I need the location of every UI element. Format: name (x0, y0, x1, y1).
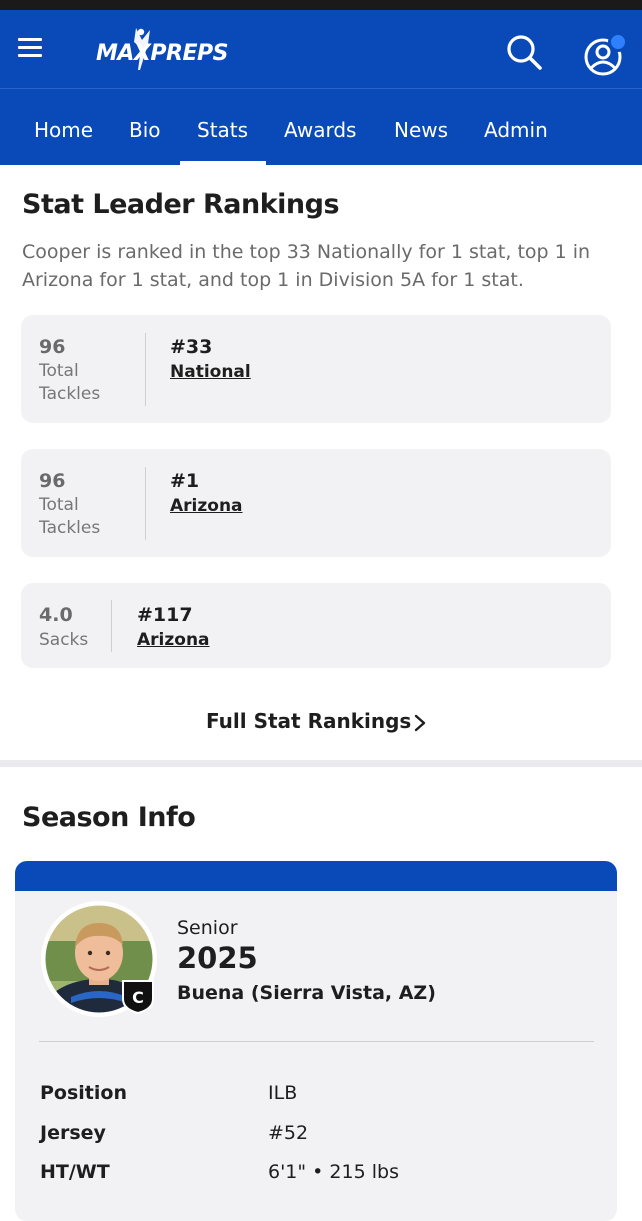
top-header: MAXPREPS (0, 10, 642, 88)
info-value-htwt: 6'1" • 215 lbs (268, 1161, 399, 1183)
full-stat-rankings-link[interactable]: Full Stat Rankings (206, 709, 411, 733)
notification-dot (608, 32, 628, 52)
active-tab-indicator (180, 161, 266, 165)
rankings-description: Cooper is ranked in the top 33 Nationall… (22, 241, 591, 291)
rank-value: #1 (170, 470, 200, 492)
ranking-card: 96 Total Tackles #1 Arizona (21, 449, 611, 557)
tab-news[interactable]: News (394, 118, 448, 142)
tab-admin[interactable]: Admin (484, 118, 548, 142)
status-bar (0, 0, 642, 10)
rank-region-link[interactable]: Arizona (170, 496, 243, 516)
season-info-title: Season Info (22, 802, 196, 833)
stat-label: Total (39, 361, 79, 381)
section-title: Stat Leader Rankings (22, 189, 340, 220)
captain-badge-icon: C (122, 980, 154, 1015)
info-label-htwt: HT/WT (40, 1161, 110, 1183)
stat-value: 96 (39, 470, 66, 492)
nav-tabs: Home Bio Stats Awards News Admin (0, 88, 642, 165)
info-label-position: Position (40, 1082, 127, 1104)
hamburger-menu-icon[interactable] (18, 38, 42, 60)
card-divider (111, 600, 112, 652)
info-value-jersey: #52 (268, 1122, 309, 1144)
season-info-card: C Senior 2025 Buena (Sierra Vista, AZ) P… (15, 861, 617, 1221)
tab-awards[interactable]: Awards (284, 118, 356, 142)
stat-label: Tackles (39, 518, 101, 538)
info-value-position: ILB (268, 1082, 298, 1104)
ranking-card: 4.0 Sacks #117 Arizona (21, 583, 611, 668)
card-header-bar (15, 861, 617, 891)
stat-value: 4.0 (39, 604, 73, 626)
card-divider (145, 467, 146, 540)
school-name[interactable]: Buena (Sierra Vista, AZ) (177, 982, 436, 1004)
card-divider (145, 333, 146, 406)
tab-home[interactable]: Home (34, 118, 93, 142)
svg-text:MAXPREPS: MAXPREPS (96, 41, 228, 66)
search-icon[interactable] (504, 32, 544, 72)
graduation-year: 2025 (177, 941, 258, 975)
stat-label: Tackles (39, 384, 101, 404)
tab-stats[interactable]: Stats (197, 118, 248, 142)
ranking-card: 96 Total Tackles #33 National (21, 315, 611, 423)
class-label: Senior (177, 917, 238, 939)
rank-region-link[interactable]: Arizona (137, 630, 210, 650)
chevron-right-icon[interactable] (413, 713, 427, 733)
card-divider (39, 1041, 594, 1042)
svg-text:C: C (132, 988, 144, 1007)
rank-value: #117 (137, 604, 193, 626)
tab-bio[interactable]: Bio (129, 118, 161, 142)
section-divider (0, 760, 642, 767)
info-label-jersey: Jersey (40, 1122, 106, 1144)
stat-label: Sacks (39, 630, 89, 650)
rank-value: #33 (170, 336, 213, 358)
maxpreps-logo[interactable]: MAXPREPS (94, 26, 234, 72)
stat-value: 96 (39, 336, 66, 358)
stat-label: Total (39, 495, 79, 515)
rank-region-link[interactable]: National (170, 362, 251, 382)
